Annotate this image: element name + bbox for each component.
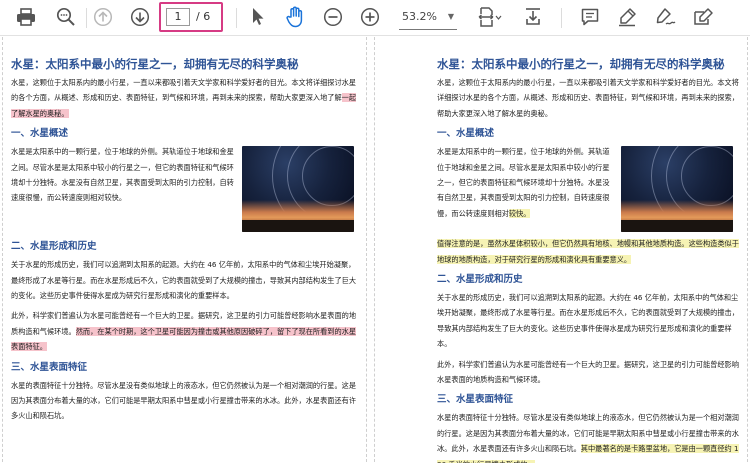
surface-paragraph: 水星的表面特征十分独特。尽管水星没有类似地球上的液态水，但它仍然被认为是一个相对…	[437, 410, 739, 463]
edit-text-icon[interactable]	[690, 4, 716, 30]
section-heading-surface: 三、水星表面特征	[11, 361, 88, 373]
toolbar-divider	[561, 8, 562, 28]
history-paragraph-2: 此外，科学家们普遍认为水星可能曾经有一个巨大的卫星。据研究，这卫星的引力可能曾经…	[11, 308, 360, 354]
night-sky-image	[242, 146, 354, 233]
night-sky-image	[621, 146, 733, 233]
page-up-icon[interactable]	[89, 4, 117, 30]
toolbar-divider	[236, 8, 237, 28]
pdf-viewer-app: 1 / 6 53.2% ▼ 水星：太阳系中最小的行星之一，却拥有无尽的科学奥秘 …	[0, 0, 750, 463]
highlighted-text: 值得注意的是，虽然水星体积较小，但它仍然具有地核、地幔和其他地质构造。这些构造类…	[437, 239, 739, 264]
section-heading-overview: 一、水星概述	[11, 128, 69, 140]
document-page-left: 水星：太阳系中最小的行星之一，却拥有无尽的科学奥秘 水星，这颗位于太阳系内的最小…	[2, 37, 367, 463]
intro-paragraph: 水星，这颗位于太阳系内的最小行星，一直以来都吸引着天文学家和科学爱好者的目光。本…	[11, 75, 360, 121]
page-total-label: / 6	[196, 10, 211, 23]
overview-section: 水星是太阳系中的一颗行星，位于地球的外侧。其轨道位于地球和金星之间。尽管水星是太…	[11, 144, 360, 234]
zoom-underline	[399, 29, 457, 30]
section-heading-overview: 一、水星概述	[437, 128, 495, 140]
section-heading-history: 二、水星形成和历史	[437, 274, 523, 286]
highlighted-text: 较快。	[508, 208, 531, 218]
printer-icon[interactable]	[12, 4, 40, 30]
document-title: 水星：太阳系中最小的行星之一，却拥有无尽的科学奥秘	[437, 57, 725, 71]
overview-text: 水星是太阳系中的一颗行星，位于地球的外侧。其轨道位于地球和金星之间。尽管水星是太…	[437, 147, 610, 218]
history-paragraph-2: 此外，科学家们普遍认为水星可能曾经有一个巨大的卫星。据研究，这卫星的引力可能曾经…	[437, 359, 739, 385]
intro-text: 水星，这颗位于太阳系内的最小行星，一直以来都吸引着天文学家和科学爱好者的目光。本…	[11, 78, 357, 103]
fit-page-icon[interactable]	[474, 4, 504, 30]
zoom-level-value: 53.2%	[402, 10, 437, 23]
select-cursor-icon[interactable]	[246, 4, 270, 30]
document-page-right: 水星：太阳系中最小的行星之一，却拥有无尽的科学奥秘 水星，这颗位于太阳系内的最小…	[374, 37, 748, 463]
history-paragraph-1: 关于水星的形成历史，我们可以追溯到太阳系的起源。大约在 46 亿年前，太阳系中的…	[437, 293, 739, 349]
surface-paragraph: 水星的表面特征十分独特。尽管水星没有类似地球上的液态水，但它仍然被认为是一个相对…	[11, 380, 357, 421]
document-title: 水星：太阳系中最小的行星之一，却拥有无尽的科学奥秘	[11, 57, 299, 71]
zoom-in-icon[interactable]	[357, 4, 383, 30]
page-number-input[interactable]: 1	[166, 8, 190, 26]
zoom-level-select[interactable]: 53.2% ▼	[396, 6, 460, 28]
page-down-icon[interactable]	[126, 4, 154, 30]
comment-icon[interactable]	[577, 4, 603, 30]
draw-signature-icon[interactable]	[652, 4, 678, 30]
section-heading-history: 二、水星形成和历史	[11, 241, 97, 253]
zoom-search-icon[interactable]	[52, 4, 80, 30]
zoom-out-icon[interactable]	[320, 4, 346, 30]
highlight-pen-icon[interactable]	[614, 4, 640, 30]
hand-pan-icon[interactable]	[282, 4, 308, 30]
overview-section: 水星是太阳系中的一颗行星，位于地球的外侧。其轨道位于地球和金星之间。尽管水星是太…	[437, 144, 739, 234]
section-heading-surface: 三、水星表面特征	[437, 394, 514, 406]
toolbar: 1 / 6 53.2% ▼	[0, 0, 750, 36]
history-paragraph-1: 关于水星的形成历史，我们可以追溯到太阳系的起源。大约在 46 亿年前，太阳系中的…	[11, 260, 357, 301]
toolbar-divider	[86, 8, 87, 28]
chevron-down-icon: ▼	[447, 12, 454, 21]
document-viewer[interactable]: 水星：太阳系中最小的行星之一，却拥有无尽的科学奥秘 水星，这颗位于太阳系内的最小…	[0, 37, 750, 463]
intro-paragraph: 水星，这颗位于太阳系内的最小行星，一直以来都吸引着天文学家和科学爱好者的目光。本…	[437, 78, 739, 118]
scroll-mode-icon[interactable]	[520, 4, 546, 30]
overview-note-paragraph: 值得注意的是，虽然水星体积较小，但它仍然具有地核、地幔和其他地质构造。这些构造类…	[437, 236, 739, 267]
